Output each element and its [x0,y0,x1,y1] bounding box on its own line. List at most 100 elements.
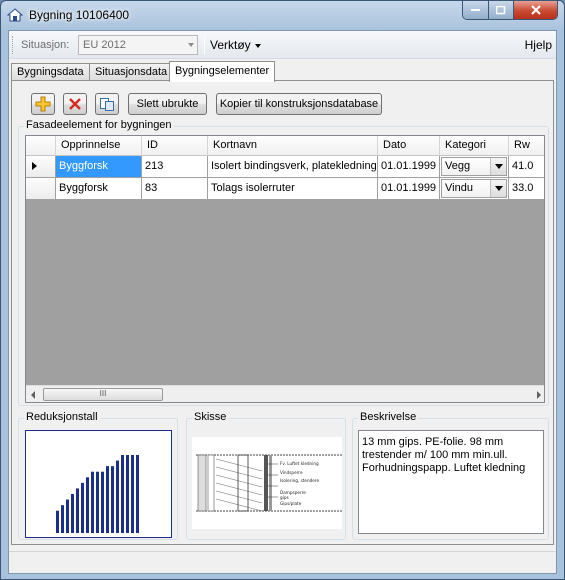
close-icon [530,5,541,15]
cell-id[interactable]: 213 [142,156,208,177]
tab-content: Slett ubrukte Kopier til konstruksjonsda… [11,80,554,545]
kategori-select[interactable]: Vindu [441,179,507,198]
table-row[interactable]: Byggforsk 213 Isolert bindingsverk, plat… [26,156,544,178]
toolbar: Situasjon: EU 2012 Verktøy Hjelp [9,31,556,59]
chart-bar [66,499,69,533]
maximize-button[interactable] [489,1,514,19]
kopier-button[interactable]: Kopier til konstruksjonsdatabase [216,93,382,115]
delete-icon [69,98,81,110]
scroll-left-icon[interactable] [31,391,35,399]
dropdown-caret-icon [254,43,261,48]
cell-rw[interactable]: 33.0 [509,178,544,199]
chart-bar [111,466,114,533]
status-bar [9,551,556,573]
row-header[interactable] [26,156,56,177]
chart-bar [61,505,64,533]
cell-dato[interactable]: 01.01.1999 [378,178,440,199]
sketch-label: gips [280,495,289,500]
chart-bar [76,488,79,533]
chart-bar [116,460,119,533]
chart-bar [81,482,84,533]
chart-bar [101,471,104,533]
house-icon [7,8,23,22]
col-opprinnelse[interactable]: Opprinnelse [56,136,142,156]
situasjon-value: EU 2012 [83,39,126,51]
verktoy-menu[interactable]: Verktøy [210,38,261,52]
situasjon-select[interactable]: EU 2012 [78,35,198,55]
grid-corner [26,136,56,156]
scroll-right-icon[interactable] [537,391,541,399]
chart-bar [96,471,99,533]
add-icon [35,96,51,112]
application-window: Bygning 10106400 Situasjon: EU 2012 Verk… [0,0,565,580]
delete-button[interactable] [63,93,87,115]
toolbar-grip[interactable] [12,36,15,54]
beskrivelse-textbox[interactable]: 13 mm gips. PE-folie. 98 mm trestender m… [358,430,544,534]
scroll-thumb[interactable]: III [43,388,163,401]
col-dato[interactable]: Dato [378,136,440,156]
chart-bar [131,455,134,533]
cell-rw[interactable]: 41.0 [509,156,544,177]
chart-bar [106,466,109,533]
title-bar[interactable]: Bygning 10106400 [1,1,564,29]
sketch-label: Fv. Luftet kledning [280,461,319,466]
caption-buttons [462,1,558,20]
chart-bar [121,455,124,533]
beskrivelse-title: Beskrivelse [358,411,419,423]
cell-opprinnelse[interactable]: Byggforsk [56,178,142,199]
fasade-group-title: Fasadeelement for bygningen [24,119,174,131]
maximize-icon [496,5,506,14]
chevron-down-icon [490,180,506,197]
row-header[interactable] [26,178,56,199]
sketch-label: Vindsperre [280,470,303,475]
copy-button[interactable] [95,93,119,115]
kategori-value: Vindu [445,182,473,194]
chevron-down-icon [188,43,194,47]
col-kategori[interactable]: Kategori [440,136,509,156]
cell-kategori: Vindu [440,178,509,199]
minimize-icon [470,9,480,11]
wall-section-sketch: Fv. Luftet kledning Vindsperre Isolering… [196,454,342,512]
fasade-grid[interactable]: Opprinnelse ID Kortnavn Dato Kategori Rw… [25,135,545,403]
chart-bar [71,494,74,533]
col-rw[interactable]: Rw [509,136,544,156]
client-area: Situasjon: EU 2012 Verktøy Hjelp Bygning… [8,30,557,574]
table-row[interactable]: Byggforsk 83 Tolags isolerruter 01.01.19… [26,178,544,200]
tab-bygningsdata[interactable]: Bygningsdata [11,63,90,81]
chart-bar [91,471,94,533]
slett-ubrukte-button[interactable]: Slett ubrukte [128,93,207,115]
reduksjonstall-chart [25,430,172,538]
situasjon-label: Situasjon: [21,39,70,51]
col-kortnavn[interactable]: Kortnavn [208,136,378,156]
chart-bar [86,477,89,533]
reduksjonstall-title: Reduksjonstall [24,411,100,423]
kategori-select[interactable]: Vegg [441,157,507,176]
grid-header: Opprinnelse ID Kortnavn Dato Kategori Rw [26,136,544,156]
current-row-icon [32,162,37,170]
window-title: Bygning 10106400 [29,8,130,22]
add-button[interactable] [31,93,55,115]
chevron-down-icon [490,158,506,175]
chart-bar [136,455,139,533]
tab-situasjonsdata[interactable]: Situasjonsdata [89,63,174,81]
cell-id[interactable]: 83 [142,178,208,199]
cell-kategori: Vegg [440,156,509,177]
tab-bygningselementer[interactable]: Bygningselementer [169,61,276,82]
cell-kortnavn[interactable]: Tolags isolerruter [208,178,378,199]
kategori-value: Vegg [445,160,471,172]
copy-icon [100,98,114,111]
skisse-image: Fv. Luftet kledning Vindsperre Isolering… [192,437,342,529]
cell-dato[interactable]: 01.01.1999 [378,156,440,177]
cell-opprinnelse[interactable]: Byggforsk [56,156,142,177]
minimize-button[interactable] [463,1,489,19]
toolbar-separator [204,36,205,54]
chart-bar [126,455,129,533]
chart-bar [56,510,59,533]
horizontal-scrollbar[interactable]: III [26,385,544,402]
cell-kortnavn[interactable]: Isolert bindingsverk, platekledning [208,156,378,177]
col-id[interactable]: ID [142,136,208,156]
hjelp-menu[interactable]: Hjelp [525,38,552,52]
close-button[interactable] [514,1,557,19]
reduksjonstall-svg [56,455,139,533]
sketch-label: Gips/plate [280,501,302,506]
